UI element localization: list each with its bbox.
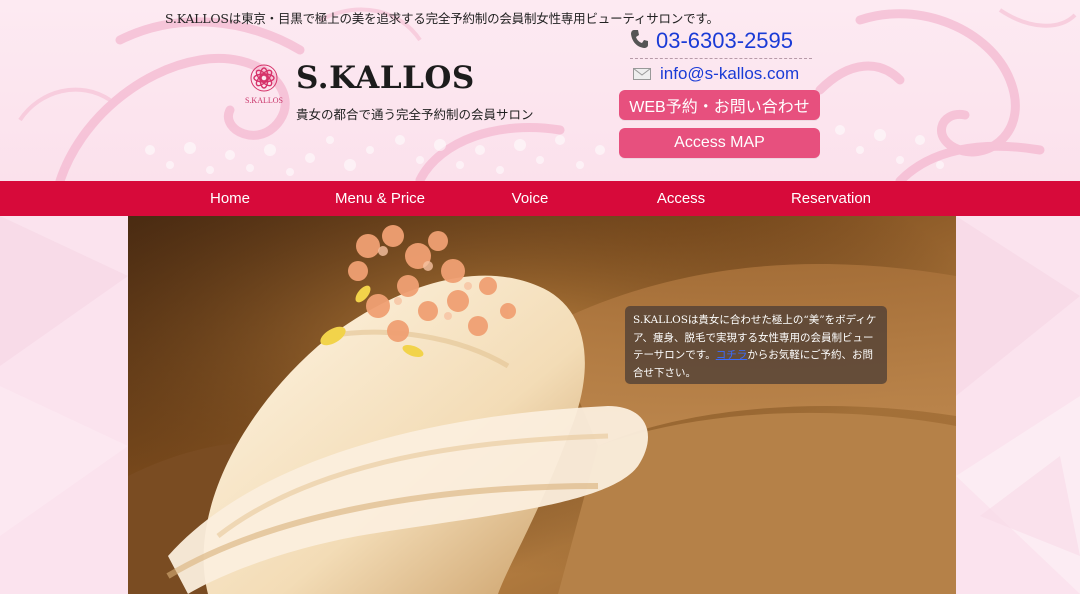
nav-item-home[interactable]: Home <box>210 181 250 216</box>
hero-photo-towel-flowers <box>128 216 956 594</box>
phone-number[interactable]: 03-6303-2595 <box>656 28 793 54</box>
phone-contact[interactable]: 03-6303-2595 <box>630 28 812 59</box>
phone-icon <box>630 29 648 53</box>
hero-caption-box: S.KALLOSは貴女に合わせた極上の“美”をボディケア、痩身、脱毛で実現する女… <box>625 306 887 384</box>
access-map-button[interactable]: Access MAP <box>619 128 820 158</box>
nav-item-menu-price[interactable]: Menu & Price <box>335 181 425 216</box>
nav-item-access[interactable]: Access <box>657 181 705 216</box>
nav-item-voice[interactable]: Voice <box>512 181 549 216</box>
logo-small-text: S.KALLOS <box>245 96 283 105</box>
email-contact[interactable]: info@s-kallos.com <box>633 64 799 84</box>
flower-logo-icon[interactable]: S.KALLOS <box>238 60 290 106</box>
decorative-swirl-background <box>18 7 1077 181</box>
nav-item-reservation[interactable]: Reservation <box>791 181 871 216</box>
email-address[interactable]: info@s-kallos.com <box>660 64 799 84</box>
hero-image: S.KALLOSは貴女に合わせた極上の“美”をボディケア、痩身、脱毛で実現する女… <box>128 216 956 594</box>
site-subtitle: 貴女の都合で通う完全予約制の会員サロン <box>296 107 534 122</box>
web-reservation-button[interactable]: WEB予約・お問い合わせ <box>619 90 820 120</box>
site-tagline: S.KALLOSは東京・目黒で極上の美を追求する完全予約制の会員制女性専用ビュー… <box>165 11 719 26</box>
main-nav: Home Menu & Price Voice Access Reservati… <box>0 181 1080 216</box>
hero-caption-link[interactable]: コチラ <box>716 349 748 361</box>
site-title[interactable]: S.KALLOS <box>296 60 475 96</box>
envelope-icon <box>633 65 651 84</box>
site-header: S.KALLOSは東京・目黒で極上の美を追求する完全予約制の会員制女性専用ビュー… <box>0 0 1080 181</box>
